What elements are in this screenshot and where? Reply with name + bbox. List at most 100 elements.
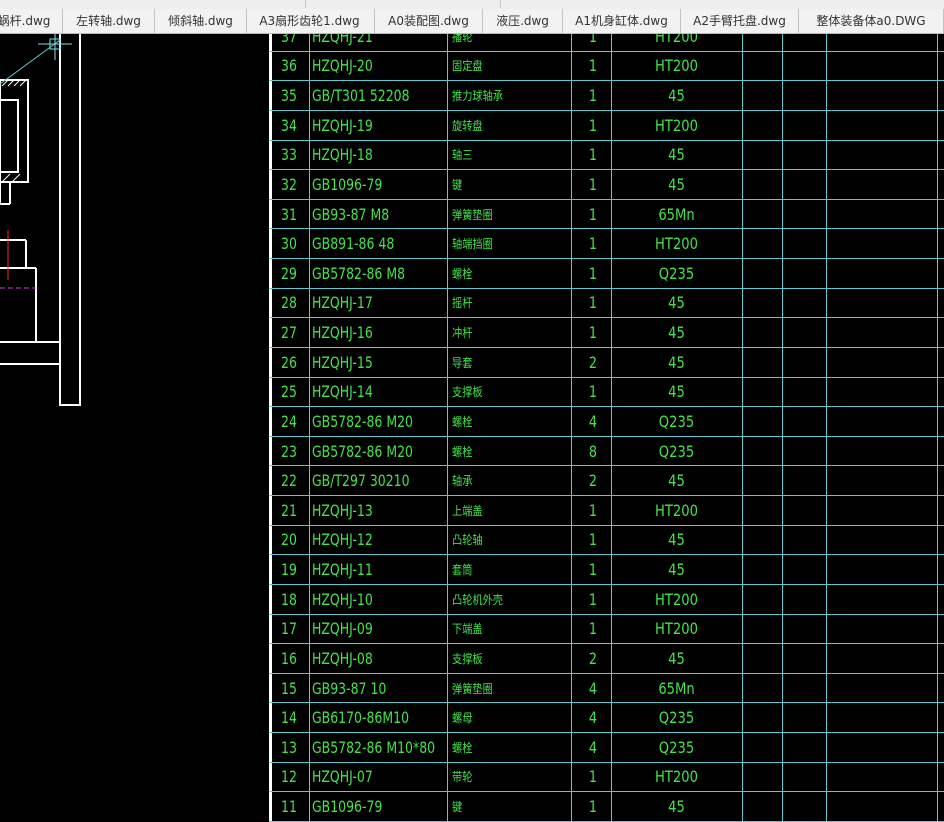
part-code: HZQHJ-17 xyxy=(312,293,373,313)
part-material: 45 xyxy=(668,560,685,580)
part-code: HZQHJ-21 xyxy=(312,34,373,46)
column-divider xyxy=(826,34,827,822)
item-number: 14 xyxy=(281,708,297,728)
table-row: 37 HZQHJ-21 播轮 1 HT200 xyxy=(269,34,944,52)
file-tab[interactable]: 左转轴.dwg xyxy=(63,9,155,33)
part-quantity: 1 xyxy=(588,204,598,224)
item-number: 31 xyxy=(281,204,297,224)
item-number: 28 xyxy=(281,293,297,313)
part-code: HZQHJ-18 xyxy=(312,145,373,165)
item-number: 17 xyxy=(281,619,297,639)
table-row: 29 GB5782-86 M8 螺栓 1 Q235 xyxy=(269,259,944,289)
file-tab[interactable]: A0装配图.dwg xyxy=(375,9,483,33)
part-name: 下端盖 xyxy=(452,622,483,637)
part-name: 螺栓 xyxy=(452,444,473,459)
part-name: 螺栓 xyxy=(452,414,473,429)
part-code: GB93-87 M8 xyxy=(312,204,390,224)
column-divider xyxy=(571,34,572,822)
part-name: 螺栓 xyxy=(452,740,473,755)
part-name: 凸轮机外壳 xyxy=(452,592,504,607)
part-code: HZQHJ-12 xyxy=(312,530,373,550)
frame-column xyxy=(59,34,81,406)
table-row: 28 HZQHJ-17 摇杆 1 45 xyxy=(269,289,944,319)
assembly-drawing-fragment xyxy=(0,34,81,406)
table-row: 21 HZQHJ-13 上端盖 1 HT200 xyxy=(269,496,944,526)
part-material: HT200 xyxy=(655,619,698,639)
section-hatch xyxy=(1,79,27,183)
part-quantity: 1 xyxy=(588,797,598,817)
file-tab[interactable]: 蜗杆.dwg xyxy=(0,9,63,33)
part-name: 支撑板 xyxy=(452,651,483,666)
part-quantity: 1 xyxy=(588,382,598,402)
part-code: GB6170-86M10 xyxy=(312,708,410,728)
part-quantity: 1 xyxy=(588,145,598,165)
item-number: 36 xyxy=(281,56,297,76)
table-row: 26 HZQHJ-15 导套 2 45 xyxy=(269,348,944,378)
part-material: 45 xyxy=(668,797,685,817)
table-row: 15 GB93-87 10 弹簧垫圈 4 65Mn xyxy=(269,674,944,704)
drawing-canvas[interactable]: 37 HZQHJ-21 播轮 1 HT200 36 HZQHJ-20 固定盘 1 HT200 35 G… xyxy=(0,34,944,822)
part-material: 45 xyxy=(668,174,685,194)
part-material: Q235 xyxy=(658,411,695,431)
table-row: 35 GB/T301 52208 推力球轴承 1 45 xyxy=(269,81,944,111)
file-tab[interactable]: A1机身缸体.dwg xyxy=(563,9,681,33)
part-material: 65Mn xyxy=(658,204,695,224)
part-material: 45 xyxy=(668,323,685,343)
part-name: 轴端挡圈 xyxy=(452,237,493,252)
table-row: 27 HZQHJ-16 冲杆 1 45 xyxy=(269,318,944,348)
part-code: HZQHJ-13 xyxy=(312,500,373,520)
table-row: 18 HZQHJ-10 凸轮机外壳 1 HT200 xyxy=(269,585,944,615)
item-number: 16 xyxy=(281,648,297,668)
table-row: 11 GB1096-79 键 1 45 xyxy=(269,792,944,822)
part-quantity: 8 xyxy=(588,441,598,461)
column-divider xyxy=(742,34,743,822)
column-divider xyxy=(309,34,310,822)
part-code: GB5782-86 M10*80 xyxy=(312,737,436,757)
file-tab[interactable]: A3扇形齿轮1.dwg xyxy=(245,9,375,33)
item-number: 11 xyxy=(281,797,297,817)
part-code: GB/T301 52208 xyxy=(312,86,410,106)
part-material: Q235 xyxy=(658,737,695,757)
part-name: 弹簧垫圈 xyxy=(452,207,493,222)
table-row: 19 HZQHJ-11 套筒 1 45 xyxy=(269,555,944,585)
item-number: 23 xyxy=(281,441,297,461)
part-quantity: 1 xyxy=(588,619,598,639)
file-tab[interactable]: 液压.dwg xyxy=(483,9,563,33)
part-material: 45 xyxy=(668,648,685,668)
wheel-body xyxy=(0,79,29,183)
part-material: HT200 xyxy=(655,234,698,254)
part-name: 弹簧垫圈 xyxy=(452,681,493,696)
table-row: 25 HZQHJ-14 支撑板 1 45 xyxy=(269,378,944,408)
part-material: HT200 xyxy=(655,115,698,135)
part-code: HZQHJ-09 xyxy=(312,619,373,639)
item-number: 29 xyxy=(281,263,297,283)
part-code: GB5782-86 M8 xyxy=(312,263,406,283)
part-code: GB5782-86 M20 xyxy=(312,441,413,461)
part-name: 凸轮轴 xyxy=(452,533,483,548)
part-name: 旋转盘 xyxy=(452,118,483,133)
item-number: 33 xyxy=(281,145,297,165)
wheel-bore xyxy=(0,99,19,173)
part-name: 导套 xyxy=(452,355,473,370)
item-number: 35 xyxy=(281,86,297,106)
part-name: 带轮 xyxy=(452,770,473,785)
part-material: Q235 xyxy=(658,441,695,461)
column-divider xyxy=(447,34,448,822)
part-quantity: 2 xyxy=(588,471,598,491)
item-number: 26 xyxy=(281,352,297,372)
file-tab[interactable]: A2手臂托盘.dwg xyxy=(681,9,799,33)
item-number: 22 xyxy=(281,471,297,491)
part-quantity: 4 xyxy=(588,708,598,728)
table-row: 20 HZQHJ-12 凸轮轴 1 45 xyxy=(269,526,944,556)
table-row: 23 GB5782-86 M20 螺栓 8 Q235 xyxy=(269,437,944,467)
file-tab[interactable]: 倾斜轴.dwg xyxy=(155,9,247,33)
part-code: HZQHJ-19 xyxy=(312,115,373,135)
column-divider xyxy=(937,34,938,822)
file-tab[interactable]: 整体装备体a0.DWG xyxy=(799,9,944,33)
part-code: HZQHJ-10 xyxy=(312,589,373,609)
table-row: 32 GB1096-79 键 1 45 xyxy=(269,170,944,200)
part-code: GB5782-86 M20 xyxy=(312,411,413,431)
part-code: HZQHJ-11 xyxy=(312,560,373,580)
part-material: HT200 xyxy=(655,34,698,46)
part-quantity: 1 xyxy=(588,293,598,313)
